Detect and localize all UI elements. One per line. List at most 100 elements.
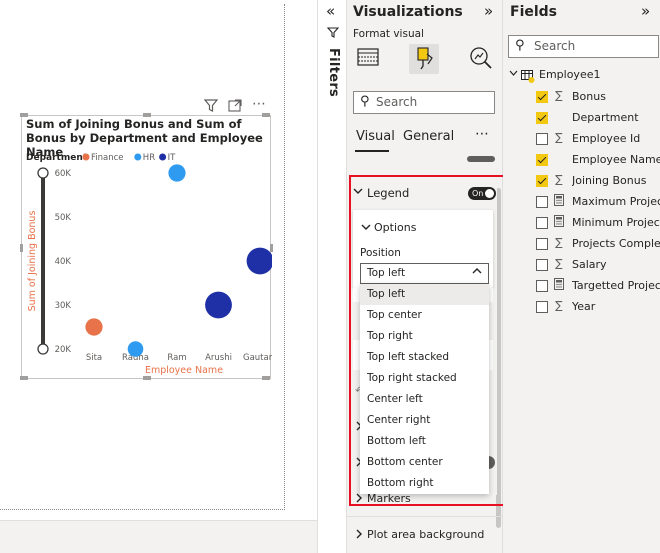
field-checkbox[interactable] [536,112,548,124]
chevron-right-icon[interactable] [355,529,363,542]
field-item[interactable]: ∑ Joining Bonus [536,172,660,192]
plot-area-background-label[interactable]: Plot area background [367,528,484,541]
field-item[interactable]: Maximum Projects [536,193,660,213]
format-paintbrush-icon[interactable] [410,44,438,72]
field-checkbox[interactable] [536,196,548,208]
powerbi-report-editor: ⋯ Sum of Joining Bonus and Sum of Bonus … [0,0,660,553]
y-tick-label: 60K [55,169,72,179]
field-item[interactable]: Department [536,109,660,129]
calculator-icon [553,278,565,293]
scatter-point [127,341,144,357]
x-tick-label: Sita [86,353,102,363]
field-item[interactable]: Employee Name [536,151,660,171]
toggle-partial[interactable] [467,156,495,162]
field-checkbox[interactable] [536,91,548,103]
field-name: Year [572,300,596,313]
more-options-icon[interactable]: ⋯ [475,126,489,142]
visualizations-search-input[interactable]: ⚲ Search [353,91,495,114]
visual-header-toolbar: ⋯ [203,96,274,115]
highlight-box [349,175,515,506]
field-checkbox[interactable] [536,217,548,229]
search-placeholder: Search [376,95,418,109]
scatter-point [205,291,232,319]
field-checkbox[interactable] [536,301,548,313]
more-options-icon[interactable]: ⋯ [252,96,266,112]
filter-icon[interactable] [203,99,219,115]
field-name: Minimum Projects [572,216,660,229]
search-icon: ⚲ [515,38,525,53]
y-tick-label: 20K [55,345,72,355]
sigma-icon: ∑ [555,299,563,312]
build-visual-icon[interactable] [355,44,383,72]
chevron-down-icon[interactable] [509,69,518,80]
x-tick-label: Gautam [243,353,272,363]
field-name: Maximum Projects [572,195,660,208]
format-visual-label: Format visual [353,28,424,40]
analytics-magnifier-icon[interactable] [467,44,495,72]
sigma-icon: ∑ [555,257,563,270]
expand-filters-icon[interactable]: « [326,2,335,20]
legend-item: Finance [91,153,124,163]
field-name: Employee Id [572,132,641,145]
field-name: Bonus [572,90,606,103]
field-name: Projects Complet... [572,237,660,250]
field-item[interactable]: Targetted Projects [536,277,660,297]
x-tick-label: Arushi [205,353,232,363]
focus-mode-icon[interactable] [228,99,242,115]
y-axis-slider-handle [37,343,49,355]
legend-title: Department [26,153,88,163]
table-node[interactable]: Employee1 [509,67,659,85]
sigma-icon: ∑ [555,236,563,249]
field-item[interactable]: ∑ Projects Complet... [536,235,660,255]
filters-label[interactable]: Filters [326,48,341,97]
tab-visual[interactable]: Visual [356,129,395,144]
field-name: Employee Name [572,153,660,166]
plot-area-background-card[interactable]: Plot area background [347,516,503,553]
scatter-point [168,164,186,182]
y-axis-slider-handle [37,167,49,179]
field-item[interactable]: ∑ Employee Id [536,130,660,150]
field-item[interactable]: ∑ Bonus [536,88,660,108]
chart-legend: Department Finance HR IT [26,153,176,163]
sigma-icon: ∑ [555,131,563,144]
filter-funnel-icon [326,27,340,41]
scatter-chart-visual[interactable]: ⋯ Sum of Joining Bonus and Sum of Bonus … [20,96,273,380]
field-checkbox[interactable] [536,280,548,292]
table-name: Employee1 [539,68,601,81]
field-checkbox[interactable] [536,238,548,250]
scatter-point [85,318,103,336]
sigma-icon: ∑ [555,89,563,102]
chart-points [85,164,272,357]
field-name: Targetted Projects [572,279,660,292]
fields-search-input[interactable]: ⚲ Search [508,35,659,58]
calculator-icon [553,194,565,209]
search-icon: ⚲ [360,94,370,109]
legend-marker [159,153,167,161]
page-tabs-bar [0,520,317,553]
field-checkbox[interactable] [536,154,548,166]
visualizations-title: Visualizations [353,4,463,20]
chart-plot: Department Finance HR IT 20K 30K 40K 50K 60K Sum… [26,153,272,376]
y-tick-label: 50K [55,213,72,223]
field-item[interactable]: ∑ Year [536,298,660,318]
collapse-visualizations-icon[interactable]: » [484,2,493,20]
field-name: Salary [572,258,607,271]
tab-general[interactable]: General [403,129,454,144]
table-icon [521,68,535,83]
search-placeholder: Search [534,39,576,53]
filters-pane-collapsed[interactable]: « Filters [317,0,347,553]
legend-item: HR [143,153,155,163]
field-item[interactable]: ∑ Salary [536,256,660,276]
field-checkbox[interactable] [536,259,548,271]
active-tab-indicator [355,150,389,152]
y-tick-label: 40K [55,257,72,267]
collapse-fields-icon[interactable]: » [641,2,650,20]
chart-axes: 20K 30K 40K 50K 60K Sum of Joining Bonus Sita R… [27,167,272,376]
report-canvas[interactable]: ⋯ Sum of Joining Bonus and Sum of Bonus … [0,0,317,520]
field-checkbox[interactable] [536,133,548,145]
field-checkbox[interactable] [536,175,548,187]
field-item[interactable]: Minimum Projects [536,214,660,234]
sigma-icon: ∑ [555,173,563,186]
legend-item: IT [168,153,177,163]
field-name: Department [572,111,639,124]
